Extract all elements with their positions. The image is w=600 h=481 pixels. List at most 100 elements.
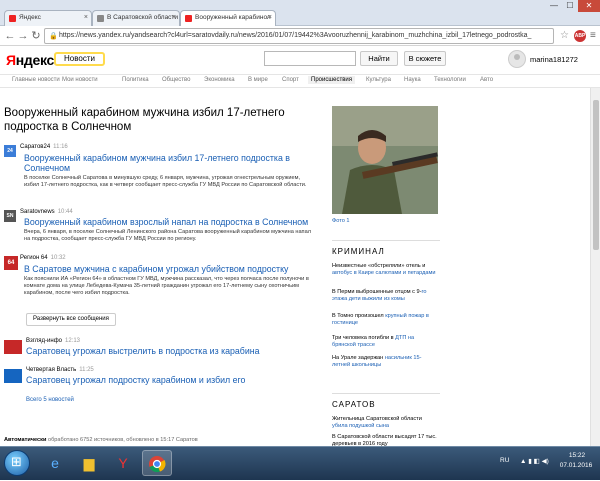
page-favicon-icon [97, 15, 104, 22]
category-world[interactable]: В мире [248, 77, 268, 83]
panel-item[interactable]: На Урале задержан насильник 15-летней шк… [332, 355, 438, 369]
browser-tabstrip: Яндекс × В Саратовской области × Вооруже… [0, 0, 600, 27]
story-snippet: Как пояснили ИА «Регион 64» в областном … [24, 276, 309, 296]
back-icon[interactable]: ← [4, 29, 16, 43]
username[interactable]: marina181272 [530, 55, 578, 64]
category-tech[interactable]: Технологии [434, 77, 466, 83]
panel-item[interactable]: Три человека погибли в ДТП на брянской т… [332, 335, 438, 349]
ie-icon[interactable]: e [40, 450, 70, 476]
category-auto[interactable]: Авто [480, 77, 493, 83]
story-time: 10:44 [57, 209, 73, 215]
search-in-story-button[interactable]: В сюжете [404, 51, 446, 66]
photo-caption[interactable]: Фото 1 [332, 218, 350, 224]
story-snippet: Вчера, 6 января, в поселке Солнечный Лен… [24, 229, 311, 242]
category-incidents[interactable]: Происшествия [308, 76, 356, 84]
story-source[interactable]: Saratovnews 10:44 [20, 209, 73, 215]
source-name[interactable]: Взгляд-инфо [26, 338, 62, 344]
browser-toolbar: ← → ↻ 🔒 https://news.yandex.ru/yandsearc… [0, 26, 600, 46]
address-bar[interactable]: 🔒 https://news.yandex.ru/yandsearch?cl4u… [44, 28, 554, 44]
footer-status: Автоматически обработано 6752 источников… [4, 437, 198, 443]
item-link[interactable]: убила подушкой сына [332, 423, 389, 429]
story-time: 11:16 [53, 144, 68, 150]
page-scrollbar[interactable] [590, 88, 600, 446]
maximize-button[interactable]: ☐ [562, 0, 578, 12]
yandex-logo[interactable]: Яндекс [6, 52, 54, 68]
story-title-link[interactable]: Вооруженный карабином мужчина избил 17-л… [24, 153, 314, 173]
browser-tab-active[interactable]: Вооруженный карабинол × [180, 10, 276, 27]
explorer-folder-icon[interactable]: ▆ [74, 450, 104, 476]
story-title-link[interactable]: Саратовец угрожал выстрелить в подростка… [26, 346, 316, 356]
story-title-link[interactable]: В Саратове мужчина с карабином угрожал у… [24, 264, 314, 274]
date[interactable]: 07.01.2016 [556, 462, 596, 469]
source-logo-icon: SN [4, 210, 16, 222]
clock[interactable]: 15:22 [560, 452, 594, 459]
tray-icons[interactable]: ▲ ▮ ◧ ◀) [520, 457, 549, 465]
news-service-label[interactable]: Новости [54, 52, 105, 66]
story-source[interactable]: Регион 64 10:32 [20, 255, 66, 261]
category-society[interactable]: Общество [162, 77, 191, 83]
source-logo-icon [4, 340, 22, 354]
panel-item[interactable]: В Томно произошел крупный пожар в гостин… [332, 313, 438, 327]
bookmark-star-icon[interactable]: ☆ [560, 30, 569, 41]
story-source[interactable]: Саратов24 11:16 [20, 144, 68, 150]
story-time: 12:13 [65, 338, 81, 344]
start-button[interactable] [4, 450, 30, 476]
category-science[interactable]: Наука [404, 77, 421, 83]
category-politics[interactable]: Политика [122, 77, 149, 83]
yandex-browser-icon[interactable]: Y [108, 450, 138, 476]
language-indicator[interactable]: RU [500, 457, 509, 464]
source-name[interactable]: Регион 64 [20, 255, 48, 261]
forward-icon[interactable]: → [17, 29, 29, 43]
panel-item[interactable]: Жительница Саратовской области убила под… [332, 416, 438, 430]
browser-tab[interactable]: В Саратовской области × [92, 10, 180, 26]
category-my[interactable]: Мои новости [62, 77, 98, 83]
browser-tab[interactable]: Яндекс × [4, 10, 92, 26]
chrome-icon[interactable] [142, 450, 172, 476]
close-window-button[interactable]: ✕ [578, 0, 600, 12]
category-sport[interactable]: Спорт [282, 77, 299, 83]
scrollbar-thumb[interactable] [593, 100, 599, 250]
source-name[interactable]: Saratovnews [20, 209, 55, 215]
story-time: 11:25 [79, 367, 94, 373]
story-snippet: В поселке Солнечный Саратова в минувшую … [24, 175, 307, 188]
category-economy[interactable]: Экономика [204, 77, 235, 83]
minimize-button[interactable]: — [546, 0, 562, 12]
item-text: На Урале задержан [332, 355, 385, 361]
user-avatar[interactable] [508, 50, 526, 68]
tab-title: Яндекс [19, 14, 41, 21]
panel-item[interactable]: В Перми выброшенные отцом с 9-го этажа д… [332, 289, 438, 303]
browser-menu-icon[interactable]: ≡ [590, 30, 596, 41]
story-time: 10:32 [50, 255, 66, 261]
story-title-link[interactable]: Саратовец угрожал подростку карабином и … [26, 375, 316, 385]
news-photo[interactable] [332, 106, 438, 214]
panel-title: САРАТОВ [332, 400, 376, 409]
story-title-link[interactable]: Вооруженный карабином взрослый напал на … [24, 217, 314, 227]
category-nav: Главные новости Мои новости Политика Общ… [0, 74, 600, 88]
all-news-link[interactable]: Всего 5 новостей [26, 397, 74, 403]
source-name[interactable]: Четвертая Власть [26, 367, 76, 373]
item-link[interactable]: автобус в Каире салютами и петардами [332, 270, 435, 276]
tab-title: В Саратовской области [107, 14, 179, 21]
story-source[interactable]: Взгляд-инфо 12:13 [26, 338, 80, 344]
search-input[interactable] [264, 51, 356, 66]
category-main[interactable]: Главные новости [12, 77, 60, 83]
reload-icon[interactable]: ↻ [30, 29, 42, 43]
item-text: Неизвестные «обстреляли» отель и [332, 263, 426, 269]
yandex-favicon-icon [185, 15, 192, 22]
close-tab-icon[interactable]: × [84, 14, 88, 21]
page-title: Вооруженный карабином мужчина избил 17-л… [4, 107, 285, 133]
chrome-logo-icon [149, 456, 166, 473]
source-name[interactable]: Саратов24 [20, 144, 50, 150]
expand-all-button[interactable]: Развернуть все сообщения [26, 313, 116, 326]
yandex-header: Яндекс Новости Найти В сюжете marina1812… [0, 46, 600, 72]
crime-panel: КРИМИНАЛ Неизвестные «обстреляли» отель … [332, 240, 440, 390]
close-tab-icon[interactable]: × [268, 14, 272, 21]
panel-item[interactable]: Неизвестные «обстреляли» отель и автобус… [332, 263, 438, 277]
adblock-icon[interactable]: ABP [574, 30, 586, 42]
close-tab-icon[interactable]: × [172, 14, 176, 21]
footer-bold: Автоматически [4, 437, 47, 443]
category-culture[interactable]: Культура [366, 77, 391, 83]
url-text: https://news.yandex.ru/yandsearch?cl4url… [59, 32, 532, 39]
search-button[interactable]: Найти [360, 51, 398, 66]
story-source[interactable]: Четвертая Власть 11:25 [26, 367, 94, 373]
